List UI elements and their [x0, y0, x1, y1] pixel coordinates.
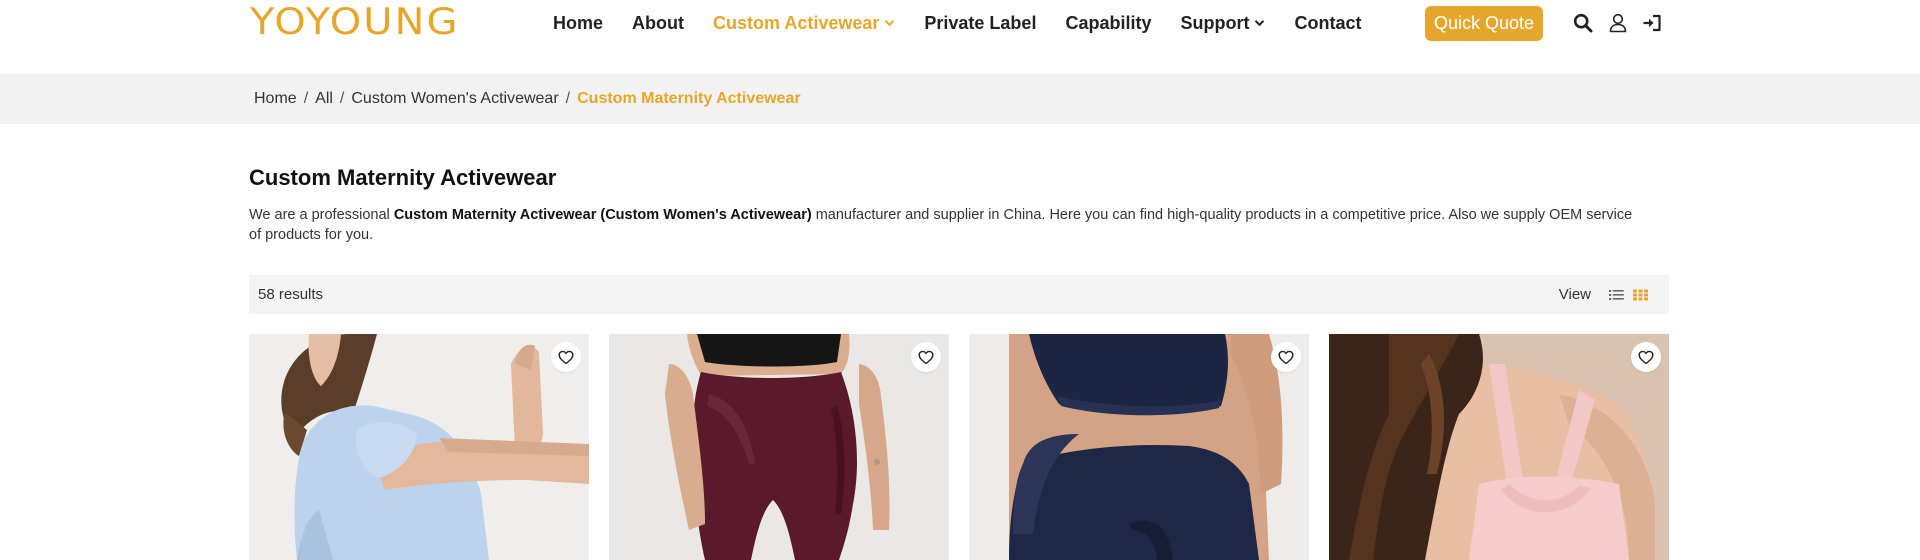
wishlist-button[interactable] [1631, 342, 1661, 372]
main-nav: Home About Custom Activewear Private Lab… [553, 0, 1390, 46]
breadcrumb: Home / All / Custom Women's Activewear /… [254, 74, 801, 124]
burgundy-maternity-leggings-photo [609, 334, 949, 560]
results-count: 58 results [258, 286, 324, 303]
breadcrumb-home[interactable]: Home [254, 90, 297, 108]
breadcrumb-separator: / [565, 90, 571, 107]
nav-item-home[interactable]: Home [553, 13, 603, 34]
wishlist-button[interactable] [551, 342, 581, 372]
quick-quote-button[interactable]: Quick Quote [1425, 6, 1543, 41]
category-description-prefix: We are a professional [249, 207, 394, 223]
chevron-down-icon [884, 19, 895, 27]
view-label: View [1558, 286, 1591, 303]
product-card[interactable] [969, 334, 1309, 560]
heart-icon [918, 350, 934, 364]
navy-maternity-set-photo [969, 334, 1309, 560]
brand-logo-text: YOYOUNG [250, 0, 460, 44]
product-card[interactable] [609, 334, 949, 560]
nav-item-about[interactable]: About [632, 13, 684, 34]
category-description: We are a professional Custom Maternity A… [249, 205, 1639, 245]
sign-in-icon[interactable] [1641, 12, 1663, 34]
breadcrumb-separator: / [303, 90, 309, 107]
page-title: Custom Maternity Activewear [249, 165, 557, 190]
product-card[interactable] [1329, 334, 1669, 560]
nav-item-custom-activewear[interactable]: Custom Activewear [713, 13, 895, 34]
heart-icon [1278, 350, 1294, 364]
breadcrumb-all[interactable]: All [315, 90, 333, 108]
nav-item-support[interactable]: Support [1180, 13, 1265, 34]
woman-in-light-blue-tee-photo [249, 334, 589, 560]
list-view-icon[interactable] [1607, 286, 1625, 304]
nav-item-private-label[interactable]: Private Label [924, 13, 1036, 34]
pink-nursing-bra-back-photo [1329, 334, 1669, 560]
category-description-bold: Custom Maternity Activewear (Custom Wome… [393, 207, 812, 223]
heart-icon [558, 350, 574, 364]
breadcrumb-current: Custom Maternity Activewear [577, 90, 801, 107]
brand-logo[interactable]: YOYOUNG [250, 0, 459, 44]
product-card[interactable] [249, 334, 589, 560]
nav-item-capability[interactable]: Capability [1065, 13, 1151, 34]
heart-icon [1638, 350, 1654, 364]
results-toolbar: 58 results View [249, 275, 1669, 314]
wishlist-button[interactable] [1271, 342, 1301, 372]
wishlist-button[interactable] [911, 342, 941, 372]
search-icon[interactable] [1572, 12, 1594, 34]
user-icon[interactable] [1607, 12, 1629, 34]
breadcrumb-bar: Home / All / Custom Women's Activewear /… [0, 74, 1920, 124]
breadcrumb-separator: / [339, 90, 345, 107]
chevron-down-icon [1254, 19, 1265, 27]
grid-view-icon[interactable] [1631, 286, 1649, 304]
view-switcher: View [1559, 275, 1649, 314]
breadcrumb-womens-activewear[interactable]: Custom Women's Activewear [351, 90, 558, 108]
nav-item-contact[interactable]: Contact [1294, 13, 1361, 34]
site-header: YOYOUNG Home About Custom Activewear Pri… [0, 0, 1920, 74]
